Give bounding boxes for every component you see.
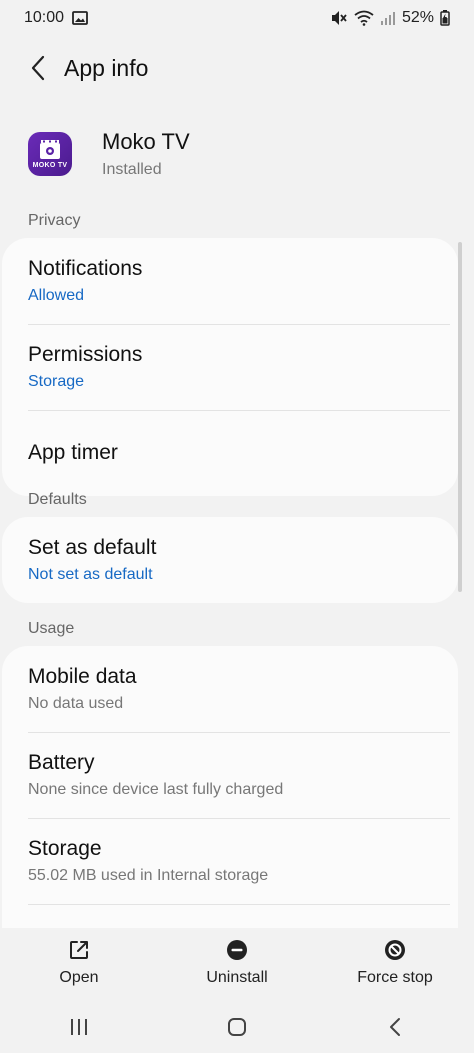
section-label-privacy: Privacy xyxy=(28,212,81,229)
row-title: Notifications xyxy=(28,257,143,280)
row-next-partial xyxy=(2,904,458,928)
row-subtitle: Storage xyxy=(28,373,85,390)
section-label-usage: Usage xyxy=(28,620,75,637)
row-set-as-default[interactable]: Set as default Not set as default xyxy=(2,517,458,603)
open-external-icon xyxy=(70,941,88,959)
back-button[interactable] xyxy=(14,44,62,92)
system-nav-bar xyxy=(0,1000,474,1053)
back-nav-icon xyxy=(390,1017,400,1036)
app-name: Moko TV xyxy=(102,129,190,154)
app-meta: Moko TV Installed xyxy=(102,129,190,179)
row-subtitle: 55.02 MB used in Internal storage xyxy=(28,867,269,884)
bottom-action-bar: Open Uninstall Force stop xyxy=(0,928,474,998)
uninstall-icon xyxy=(227,940,247,960)
chevron-left-icon xyxy=(31,55,45,81)
app-summary: MOKO TV Moko TV Installed xyxy=(0,118,474,190)
home-button[interactable] xyxy=(207,1005,267,1049)
row-permissions[interactable]: Permissions Storage xyxy=(2,324,458,410)
mute-icon xyxy=(330,10,348,26)
status-time: 10:00 xyxy=(24,9,65,26)
uninstall-label: Uninstall xyxy=(206,969,268,986)
app-logo-text: MOKO TV xyxy=(32,161,68,169)
force-stop-label: Force stop xyxy=(357,969,433,986)
status-left: 10:00 xyxy=(24,9,88,27)
row-title: App timer xyxy=(28,441,118,464)
app-info-screen: 10:00 52% App info MOKO TV Moko TV Insta… xyxy=(0,0,474,1053)
usage-card: Mobile data No data used Battery None si… xyxy=(2,646,458,928)
force-stop-icon xyxy=(385,940,405,960)
row-subtitle: Allowed xyxy=(28,287,85,304)
app-install-status: Installed xyxy=(102,161,162,178)
row-battery[interactable]: Battery None since device last fully cha… xyxy=(2,732,458,818)
row-title: Battery xyxy=(28,751,95,774)
uninstall-button[interactable]: Uninstall xyxy=(158,928,316,998)
back-nav-button[interactable] xyxy=(365,1005,425,1049)
home-icon xyxy=(228,1017,246,1036)
status-bar: 10:00 52% xyxy=(0,0,474,36)
row-subtitle: None since device last fully charged xyxy=(28,781,284,798)
privacy-card: Notifications Allowed Permissions Storag… xyxy=(2,238,458,496)
battery-percent: 52% xyxy=(401,9,434,26)
defaults-card: Set as default Not set as default xyxy=(2,517,458,603)
open-label: Open xyxy=(59,969,99,986)
row-title: Storage xyxy=(28,837,102,860)
recent-apps-icon xyxy=(71,1018,87,1035)
recent-apps-button[interactable] xyxy=(49,1005,109,1049)
section-label-defaults: Defaults xyxy=(28,491,87,508)
row-title: Mobile data xyxy=(28,665,137,688)
battery-charging-icon xyxy=(440,10,450,26)
row-subtitle: No data used xyxy=(28,695,124,712)
page-title: App info xyxy=(64,54,149,81)
row-title: Permissions xyxy=(28,343,143,366)
status-right: 52% xyxy=(330,9,450,27)
header: App info xyxy=(0,44,474,92)
row-notifications[interactable]: Notifications Allowed xyxy=(2,238,458,324)
row-subtitle: Not set as default xyxy=(28,566,153,583)
gallery-notification-icon xyxy=(72,11,88,25)
scrollbar[interactable] xyxy=(458,242,462,592)
open-button[interactable]: Open xyxy=(0,928,158,998)
row-mobile-data[interactable]: Mobile data No data used xyxy=(2,646,458,732)
row-app-timer[interactable]: App timer xyxy=(2,410,458,496)
wifi-icon xyxy=(354,10,374,26)
app-icon: MOKO TV xyxy=(28,132,72,176)
row-title: Set as default xyxy=(28,536,157,559)
row-storage[interactable]: Storage 55.02 MB used in Internal storag… xyxy=(2,818,458,904)
signal-icon xyxy=(380,10,396,26)
camera-logo-icon xyxy=(40,139,60,159)
force-stop-button[interactable]: Force stop xyxy=(316,928,474,998)
